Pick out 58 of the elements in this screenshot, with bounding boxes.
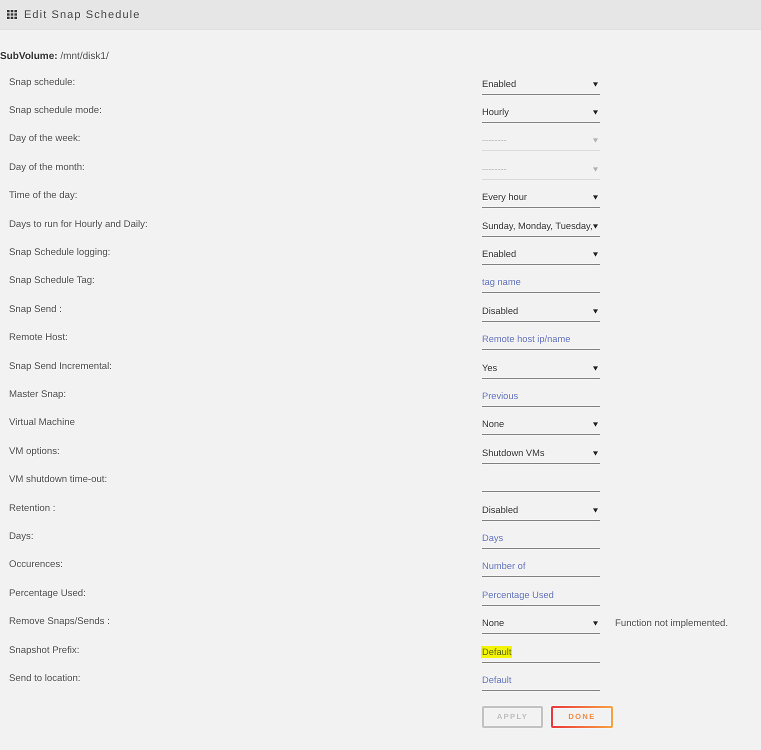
text-field[interactable]: Default [482, 642, 600, 662]
field-label: Snapshot Prefix: [9, 644, 80, 656]
dropdown[interactable]: Disabled [482, 300, 600, 322]
caret-icon [593, 224, 598, 229]
field-label: Virtual Machine [9, 417, 75, 428]
text-field[interactable]: Remote host ip/name [482, 329, 600, 350]
grid-icon [7, 10, 17, 19]
caret-icon [593, 422, 598, 428]
field-label: Time of the day: [9, 190, 78, 202]
field-label: Snap Send Incremental: [9, 360, 112, 372]
text-field[interactable]: tag name [482, 272, 600, 294]
dropdown[interactable]: Yes [482, 358, 600, 379]
dropdown[interactable]: Disabled [482, 500, 600, 521]
caret-icon [593, 508, 598, 513]
text-field[interactable]: Default [482, 670, 600, 691]
note-text: Function not implemented. [615, 618, 728, 630]
field-label: Send to location: [9, 672, 80, 684]
subvolume-path: SubVolume: /mnt/disk1/ [0, 51, 109, 62]
caret-icon [593, 195, 598, 200]
field-label: VM shutdown time-out: [9, 474, 108, 486]
caret-icon [593, 138, 598, 144]
field-label: Snap schedule: [9, 76, 76, 88]
dropdown[interactable]: Hourly [482, 102, 600, 124]
text-field[interactable]: Number of [482, 556, 600, 578]
field-label: Days to run for Hourly and Daily: [9, 218, 148, 230]
field-label: Retention : [9, 502, 56, 514]
caret-icon [593, 621, 598, 626]
caret-icon [593, 366, 598, 371]
field-label: Snap schedule mode: [9, 105, 102, 116]
field-label: Remote Host: [9, 332, 68, 344]
field-label: Snap Schedule Tag: [9, 275, 95, 286]
field-label: VM options: [9, 446, 60, 457]
text-field[interactable]: Previous [482, 386, 600, 407]
dropdown[interactable]: Sunday, Monday, Tuesday, [482, 216, 600, 237]
caret-icon [593, 82, 598, 87]
field-label: Snap Schedule logging: [9, 247, 110, 258]
field-label: Day of the week: [9, 133, 80, 144]
dropdown[interactable]: None [482, 414, 600, 436]
dropdown[interactable]: Enabled [482, 74, 600, 95]
field-label: Master Snap: [9, 388, 66, 400]
field-label: Snap Send : [9, 304, 62, 315]
window-title: Edit Snap Schedule [24, 8, 140, 20]
caret-icon [593, 308, 598, 314]
caret-icon [593, 110, 598, 116]
field-label: Remove Snaps/Sends : [9, 616, 110, 628]
field-label: Occurences: [9, 559, 63, 570]
dropdown[interactable]: Every hour [482, 187, 600, 208]
text-field[interactable]: Days [482, 528, 600, 549]
dropdown[interactable]: None [482, 613, 600, 634]
field-label: Days: [9, 530, 34, 542]
caret-icon [593, 166, 598, 172]
dropdown[interactable]: Shutdown VMs [482, 442, 600, 464]
text-field[interactable]: Percentage Used [482, 584, 600, 606]
caret-icon [593, 450, 598, 456]
field-label: Day of the month: [9, 162, 85, 173]
field-label: Percentage Used: [9, 588, 86, 599]
dropdown[interactable]: Enabled [482, 244, 600, 266]
caret-icon [593, 252, 598, 258]
